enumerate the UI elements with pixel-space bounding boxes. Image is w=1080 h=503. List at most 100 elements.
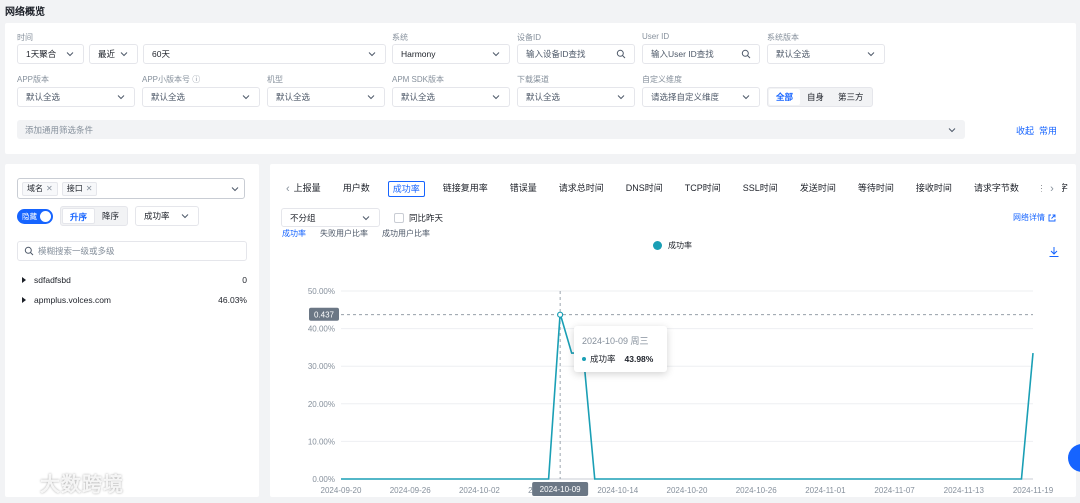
chevron-down-icon xyxy=(362,215,370,220)
tooltip-row: 成功率 43.98% xyxy=(582,353,659,365)
chart-legend[interactable]: 成功率 xyxy=(653,240,692,251)
os-version-select[interactable]: 默认全选 xyxy=(767,44,885,64)
collapse-link[interactable]: 收起 xyxy=(1016,124,1034,137)
tooltip-dot xyxy=(582,357,586,361)
x-tick-label: 2024-09-26 xyxy=(390,486,431,495)
tag-api: 接口 ✕ xyxy=(61,181,98,196)
y-tick-label: 40.00% xyxy=(308,325,335,334)
chevron-right-icon[interactable]: › xyxy=(1042,180,1062,198)
x-tick-label: 2024-11-13 xyxy=(944,486,985,495)
caret-right-icon[interactable] xyxy=(22,297,26,303)
chevron-down-icon xyxy=(181,214,189,219)
network-detail-link[interactable]: 网络详情 xyxy=(1013,212,1056,223)
user-id-input[interactable]: 输入User ID查找 xyxy=(642,44,760,64)
x-tick-label: 2024-10-14 xyxy=(597,486,638,495)
subtab-success-rate[interactable]: 成功率 xyxy=(282,228,306,239)
highlight-point xyxy=(557,311,564,318)
filter-panel: 时间 系统 设备ID User ID 系统版本 1天聚合 最近 60天 Harm… xyxy=(5,23,1076,154)
range-mode-select[interactable]: 最近 xyxy=(89,44,138,64)
compare-yesterday-checkbox[interactable]: 同比昨天 xyxy=(394,212,443,224)
x-tick-label: 2024-11-07 xyxy=(874,486,915,495)
scope-segmented: 全部 自身 第三方 xyxy=(767,87,873,107)
watermark: 大数跨境 xyxy=(10,468,124,497)
sort-asc[interactable]: 升序 xyxy=(62,208,96,224)
apm-sdk-select[interactable]: 默认全选 xyxy=(392,87,510,107)
dimension-select[interactable]: 域名 ✕ 接口 ✕ xyxy=(17,178,245,199)
chevron-down-icon xyxy=(231,186,239,191)
tab-ssl-time[interactable]: SSL时间 xyxy=(739,181,782,197)
tab-receive-time[interactable]: 接收时间 xyxy=(912,181,956,197)
search-icon xyxy=(741,49,751,59)
chevron-down-icon xyxy=(742,95,750,100)
chevron-down-icon xyxy=(66,52,74,57)
download-icon[interactable] xyxy=(1048,246,1060,258)
y-tick-label: 0.00% xyxy=(312,475,335,484)
chevron-down-icon xyxy=(492,52,500,57)
caret-right-icon[interactable] xyxy=(22,277,26,283)
x-tick-label: 2024-10-02 xyxy=(459,486,500,495)
close-icon[interactable]: ✕ xyxy=(46,182,53,196)
app-minor-select[interactable]: 默认全选 xyxy=(142,87,260,107)
model-label: 机型 xyxy=(267,75,283,84)
tab-reuse-rate[interactable]: 链接复用率 xyxy=(439,181,492,197)
external-link-icon xyxy=(1048,214,1056,221)
tree-search-input[interactable]: 模糊搜索一级或多级 xyxy=(17,241,247,261)
y-tick-label: 30.00% xyxy=(308,362,335,371)
channel-label: 下载渠道 xyxy=(517,75,549,84)
os-select[interactable]: Harmony xyxy=(392,44,510,64)
left-panel: 域名 ✕ 接口 ✕ 隐藏 升序 降序 成功率 模糊搜索一级或多级 sdfadfsbd… xyxy=(5,164,259,497)
tree-item[interactable]: sdfadfsbd 0 xyxy=(22,275,247,285)
tree-item[interactable]: apmplus.volces.com 46.03% xyxy=(22,295,247,305)
sort-desc[interactable]: 降序 xyxy=(95,208,126,224)
chevron-down-icon xyxy=(368,52,376,57)
chart-tooltip: 2024-10-09 周三 成功率 43.98% xyxy=(574,326,667,372)
chevron-down-icon xyxy=(242,95,250,100)
custom-dim-select[interactable]: 请选择自定义维度 xyxy=(642,87,760,107)
chart-panel: 0.00% 10.00% 20.00% 30.00% 40.00% 50.00% 2024-… xyxy=(270,164,1076,497)
tab-success-rate[interactable]: 成功率 xyxy=(387,181,425,197)
chevron-down-icon xyxy=(367,95,375,100)
tooltip-series: 成功率 xyxy=(590,354,616,364)
tab-wait-time[interactable]: 等待时间 xyxy=(854,181,898,197)
tab-errors[interactable]: 错误量 xyxy=(506,181,541,197)
x-tick-label: 2024-10-20 xyxy=(667,486,708,495)
x-tick-label: 2024-09-20 xyxy=(321,486,362,495)
app-version-select[interactable]: 默认全选 xyxy=(17,87,135,107)
search-icon xyxy=(24,246,34,256)
range-select[interactable]: 60天 xyxy=(143,44,386,64)
aggregation-select[interactable]: 1天聚合 xyxy=(17,44,84,64)
tab-total-time[interactable]: 请求总时间 xyxy=(555,181,608,197)
scope-third-party[interactable]: 第三方 xyxy=(831,89,871,105)
tab-tcp-time[interactable]: TCP时间 xyxy=(681,181,725,197)
close-icon[interactable]: ✕ xyxy=(86,182,93,196)
tab-request-bytes[interactable]: 请求字节数 xyxy=(970,181,1023,197)
channel-select[interactable]: 默认全选 xyxy=(517,87,635,107)
metric-select[interactable]: 成功率 xyxy=(135,206,199,226)
metric-tabs: ‹ 上报量 用户数 成功率 链接复用率 错误量 请求总时间 DNS时间 TCP时… xyxy=(286,180,1068,198)
group-by-select[interactable]: 不分组 xyxy=(281,208,380,227)
chevron-down-icon xyxy=(117,95,125,100)
sub-tabs: 成功率 失败用户比率 成功用户比率 xyxy=(282,228,444,239)
custom-dim-label: 自定义维度 xyxy=(642,75,682,84)
checkbox-box[interactable] xyxy=(394,213,404,223)
subtab-success-user-ratio[interactable]: 成功用户比率 xyxy=(382,228,430,239)
series-line-success-rate xyxy=(341,313,1034,480)
chevron-down-icon xyxy=(492,95,500,100)
y-tick-label: 50.00% xyxy=(308,287,335,296)
subtab-fail-user-ratio[interactable]: 失败用户比率 xyxy=(320,228,368,239)
device-id-input[interactable]: 输入设备ID查找 xyxy=(517,44,635,64)
model-select[interactable]: 默认全选 xyxy=(267,87,385,107)
tag-domain: 域名 ✕ xyxy=(22,181,58,196)
hide-toggle[interactable]: 隐藏 xyxy=(17,209,53,224)
tab-dns-time[interactable]: DNS时间 xyxy=(622,181,667,197)
add-condition-bar[interactable]: 添加通用筛选条件 xyxy=(17,120,965,139)
chevron-down-icon xyxy=(617,95,625,100)
legend-dot xyxy=(653,241,662,250)
tab-users[interactable]: 用户数 xyxy=(339,181,374,197)
tab-send-time[interactable]: 发送时间 xyxy=(796,181,840,197)
common-link[interactable]: 常用 xyxy=(1039,124,1057,137)
crosshair-date-label: 2024-10-09 xyxy=(540,485,581,494)
tab-reports[interactable]: 上报量 xyxy=(290,181,325,197)
scope-self[interactable]: 自身 xyxy=(800,89,831,105)
scope-all[interactable]: 全部 xyxy=(769,89,801,105)
